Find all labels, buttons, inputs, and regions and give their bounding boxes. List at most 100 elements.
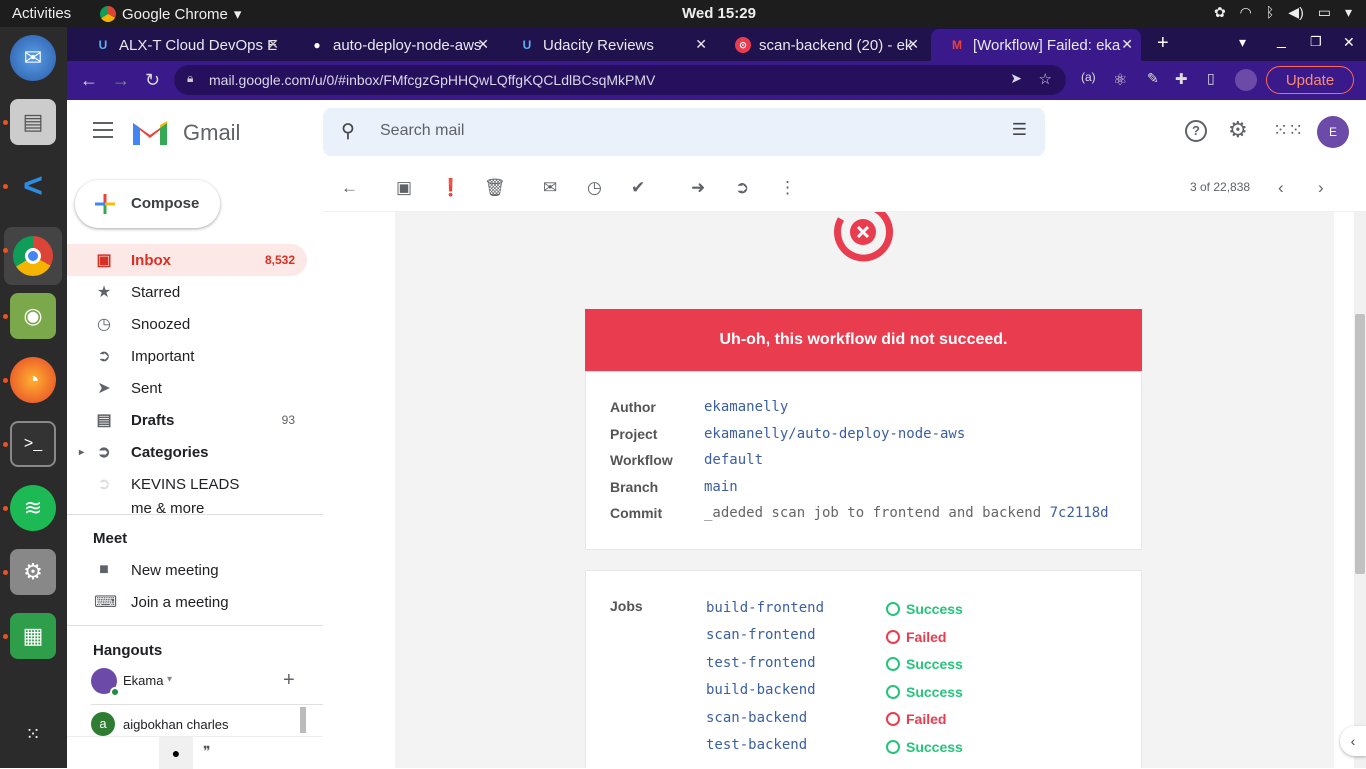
wifi-icon[interactable]: ◠	[1240, 4, 1252, 21]
bookmark-star-icon[interactable]: ☆	[1039, 70, 1052, 88]
thunderbird-icon[interactable]: ✉	[10, 35, 56, 81]
firefox-icon[interactable]: ◔	[10, 357, 56, 403]
job-link[interactable]: test-backend	[706, 737, 807, 753]
update-button[interactable]: Update	[1266, 66, 1354, 94]
profile-avatar-icon[interactable]	[1235, 69, 1257, 91]
add-contact-icon[interactable]: +	[283, 669, 295, 692]
sidebar-item-inbox[interactable]: ▣ Inbox 8,532	[67, 244, 307, 276]
hangouts-user[interactable]: Ekama ▾ +	[91, 668, 311, 697]
project-link[interactable]: ekamanelly/auto-deploy-node-aws	[704, 426, 965, 442]
tab-circleci[interactable]: ⊙ scan-backend (20) - ek ✕	[717, 29, 927, 61]
show-apps-icon[interactable]: ⁙	[10, 711, 56, 757]
job-link[interactable]: test-frontend	[706, 655, 816, 671]
compose-button[interactable]: Compose	[75, 180, 220, 228]
label-icon[interactable]: ➲	[735, 178, 749, 198]
extension-icon[interactable]: (a)	[1081, 70, 1096, 84]
bluetooth-icon[interactable]: ᛒ	[1266, 4, 1274, 21]
apps-grid-icon[interactable]: ⁙⁙	[1273, 120, 1303, 141]
maximize-button[interactable]: ❐	[1310, 34, 1322, 50]
sidebar-item-snoozed[interactable]: ◷ Snoozed	[67, 308, 307, 340]
volume-icon[interactable]: ◀)	[1288, 4, 1303, 21]
close-icon[interactable]: ✕	[267, 36, 279, 53]
image-viewer-icon[interactable]: ◉	[10, 293, 56, 339]
main-menu-icon[interactable]	[93, 122, 113, 138]
clock[interactable]: Wed 15:29	[682, 5, 756, 22]
search-icon[interactable]: ⚲	[341, 120, 355, 143]
spreadsheet-icon[interactable]: ▦	[10, 613, 56, 659]
close-window-button[interactable]: ✕	[1343, 34, 1355, 51]
sidebar-scrollbar[interactable]	[300, 707, 306, 733]
hangouts-contact[interactable]: a aigbokhan charles	[91, 712, 311, 738]
newer-button[interactable]: ‹	[1278, 178, 1284, 198]
snooze-icon[interactable]: ◷	[587, 178, 602, 198]
tab-github[interactable]: ● auto-deploy-node-aws ✕	[291, 29, 497, 61]
delete-icon[interactable]: 🗑︎	[484, 178, 506, 198]
branch-link[interactable]: main	[704, 479, 738, 495]
job-link[interactable]: build-frontend	[706, 600, 824, 616]
new-meeting-link[interactable]: ■ New meeting	[67, 554, 307, 586]
workflow-link[interactable]: default	[704, 452, 763, 468]
side-panel-toggle-chevron-icon[interactable]: ‹	[1340, 726, 1366, 756]
search-box[interactable]: ⚲ Search mail ☰	[323, 108, 1045, 156]
sidebar-item-me-more[interactable]: me & more	[67, 500, 307, 514]
app-menu[interactable]: Google Chrome ▾	[100, 5, 241, 23]
older-button[interactable]: ›	[1318, 178, 1324, 198]
files-icon[interactable]: ▤	[10, 99, 56, 145]
sidebar-item-important[interactable]: ➲ Important	[67, 340, 307, 372]
send-icon[interactable]: ➤	[1010, 70, 1022, 87]
mark-unread-icon[interactable]: ✉	[543, 178, 557, 198]
sidebar-item-drafts[interactable]: ▤ Drafts 93	[67, 404, 307, 436]
back-to-inbox-button[interactable]: ←	[341, 178, 358, 198]
battery-icon[interactable]: ▭	[1318, 4, 1331, 21]
add-task-icon[interactable]: ✔	[631, 178, 645, 198]
vscode-icon[interactable]: <	[10, 163, 56, 209]
sidebar-item-kevins-leads[interactable]: ➲ KEVINS LEADS	[67, 468, 307, 500]
tab-alx[interactable]: U ALX-T Cloud DevOps E ✕	[77, 29, 287, 61]
contacts-tab-icon[interactable]: ●	[159, 737, 193, 769]
conversations-tab-icon[interactable]: ❞	[203, 743, 211, 760]
search-input[interactable]: Search mail	[380, 122, 464, 140]
job-link[interactable]: scan-backend	[706, 710, 807, 726]
report-spam-icon[interactable]: ❗	[440, 178, 461, 198]
move-to-icon[interactable]: ➜	[691, 178, 705, 198]
chevron-down-icon[interactable]: ▾	[1345, 4, 1352, 21]
extension-icon[interactable]: ✎	[1147, 70, 1159, 87]
email-scrollbar[interactable]	[1354, 212, 1366, 768]
archive-icon[interactable]: ▣	[396, 178, 412, 198]
react-devtools-icon[interactable]: ⚛	[1113, 70, 1127, 90]
tab-gmail[interactable]: M [Workflow] Failed: eka ✕	[931, 29, 1141, 61]
commit-hash-link[interactable]: 7c2118d	[1050, 505, 1109, 521]
close-icon[interactable]: ✕	[907, 36, 919, 53]
author-link[interactable]: ekamanelly	[704, 399, 788, 415]
system-tray[interactable]: ✿ ◠ ᛒ ◀) ▭ ▾	[1214, 4, 1352, 21]
close-icon[interactable]: ✕	[695, 36, 707, 53]
puzzle-icon[interactable]: ✚	[1175, 70, 1188, 88]
minimize-button[interactable]: _	[1277, 32, 1286, 50]
join-meeting-link[interactable]: ⌨ Join a meeting	[67, 586, 307, 618]
back-button[interactable]: ←	[80, 70, 98, 91]
job-link[interactable]: scan-frontend	[706, 627, 816, 643]
reload-button[interactable]: ↻	[145, 70, 160, 91]
account-avatar[interactable]: E	[1317, 116, 1349, 148]
omnibox[interactable]: 🔒︎ mail.google.com/u/0/#inbox/FMfcgzGpHH…	[174, 65, 1066, 95]
side-panel-icon[interactable]: ▯	[1207, 70, 1215, 87]
forward-button[interactable]: →	[112, 70, 130, 91]
extension-indicator-icon[interactable]: ✿	[1214, 4, 1226, 21]
more-options-icon[interactable]: ⋮	[779, 178, 796, 198]
activities-button[interactable]: Activities	[12, 5, 71, 22]
close-icon[interactable]: ✕	[477, 36, 489, 53]
tab-udacity-reviews[interactable]: U Udacity Reviews ✕	[501, 29, 715, 61]
settings-gear-icon[interactable]: ⚙	[1228, 117, 1248, 143]
sidebar-item-categories[interactable]: ▸ ➲ Categories	[67, 436, 307, 468]
tab-search-icon[interactable]: ▾	[1239, 34, 1246, 51]
help-icon[interactable]: ?	[1185, 120, 1207, 142]
sidebar-item-starred[interactable]: ★ Starred	[67, 276, 307, 308]
kebab-menu-icon[interactable]: ⋮	[1358, 70, 1366, 91]
spotify-icon[interactable]: ≋	[10, 485, 56, 531]
job-link[interactable]: build-backend	[706, 682, 816, 698]
sidebar-item-sent[interactable]: ➤ Sent	[67, 372, 307, 404]
new-tab-button[interactable]: +	[1157, 32, 1169, 55]
scrollbar-thumb[interactable]	[1355, 314, 1365, 574]
settings-tool-icon[interactable]: ⚙	[10, 549, 56, 595]
search-options-icon[interactable]: ☰	[1012, 120, 1027, 140]
